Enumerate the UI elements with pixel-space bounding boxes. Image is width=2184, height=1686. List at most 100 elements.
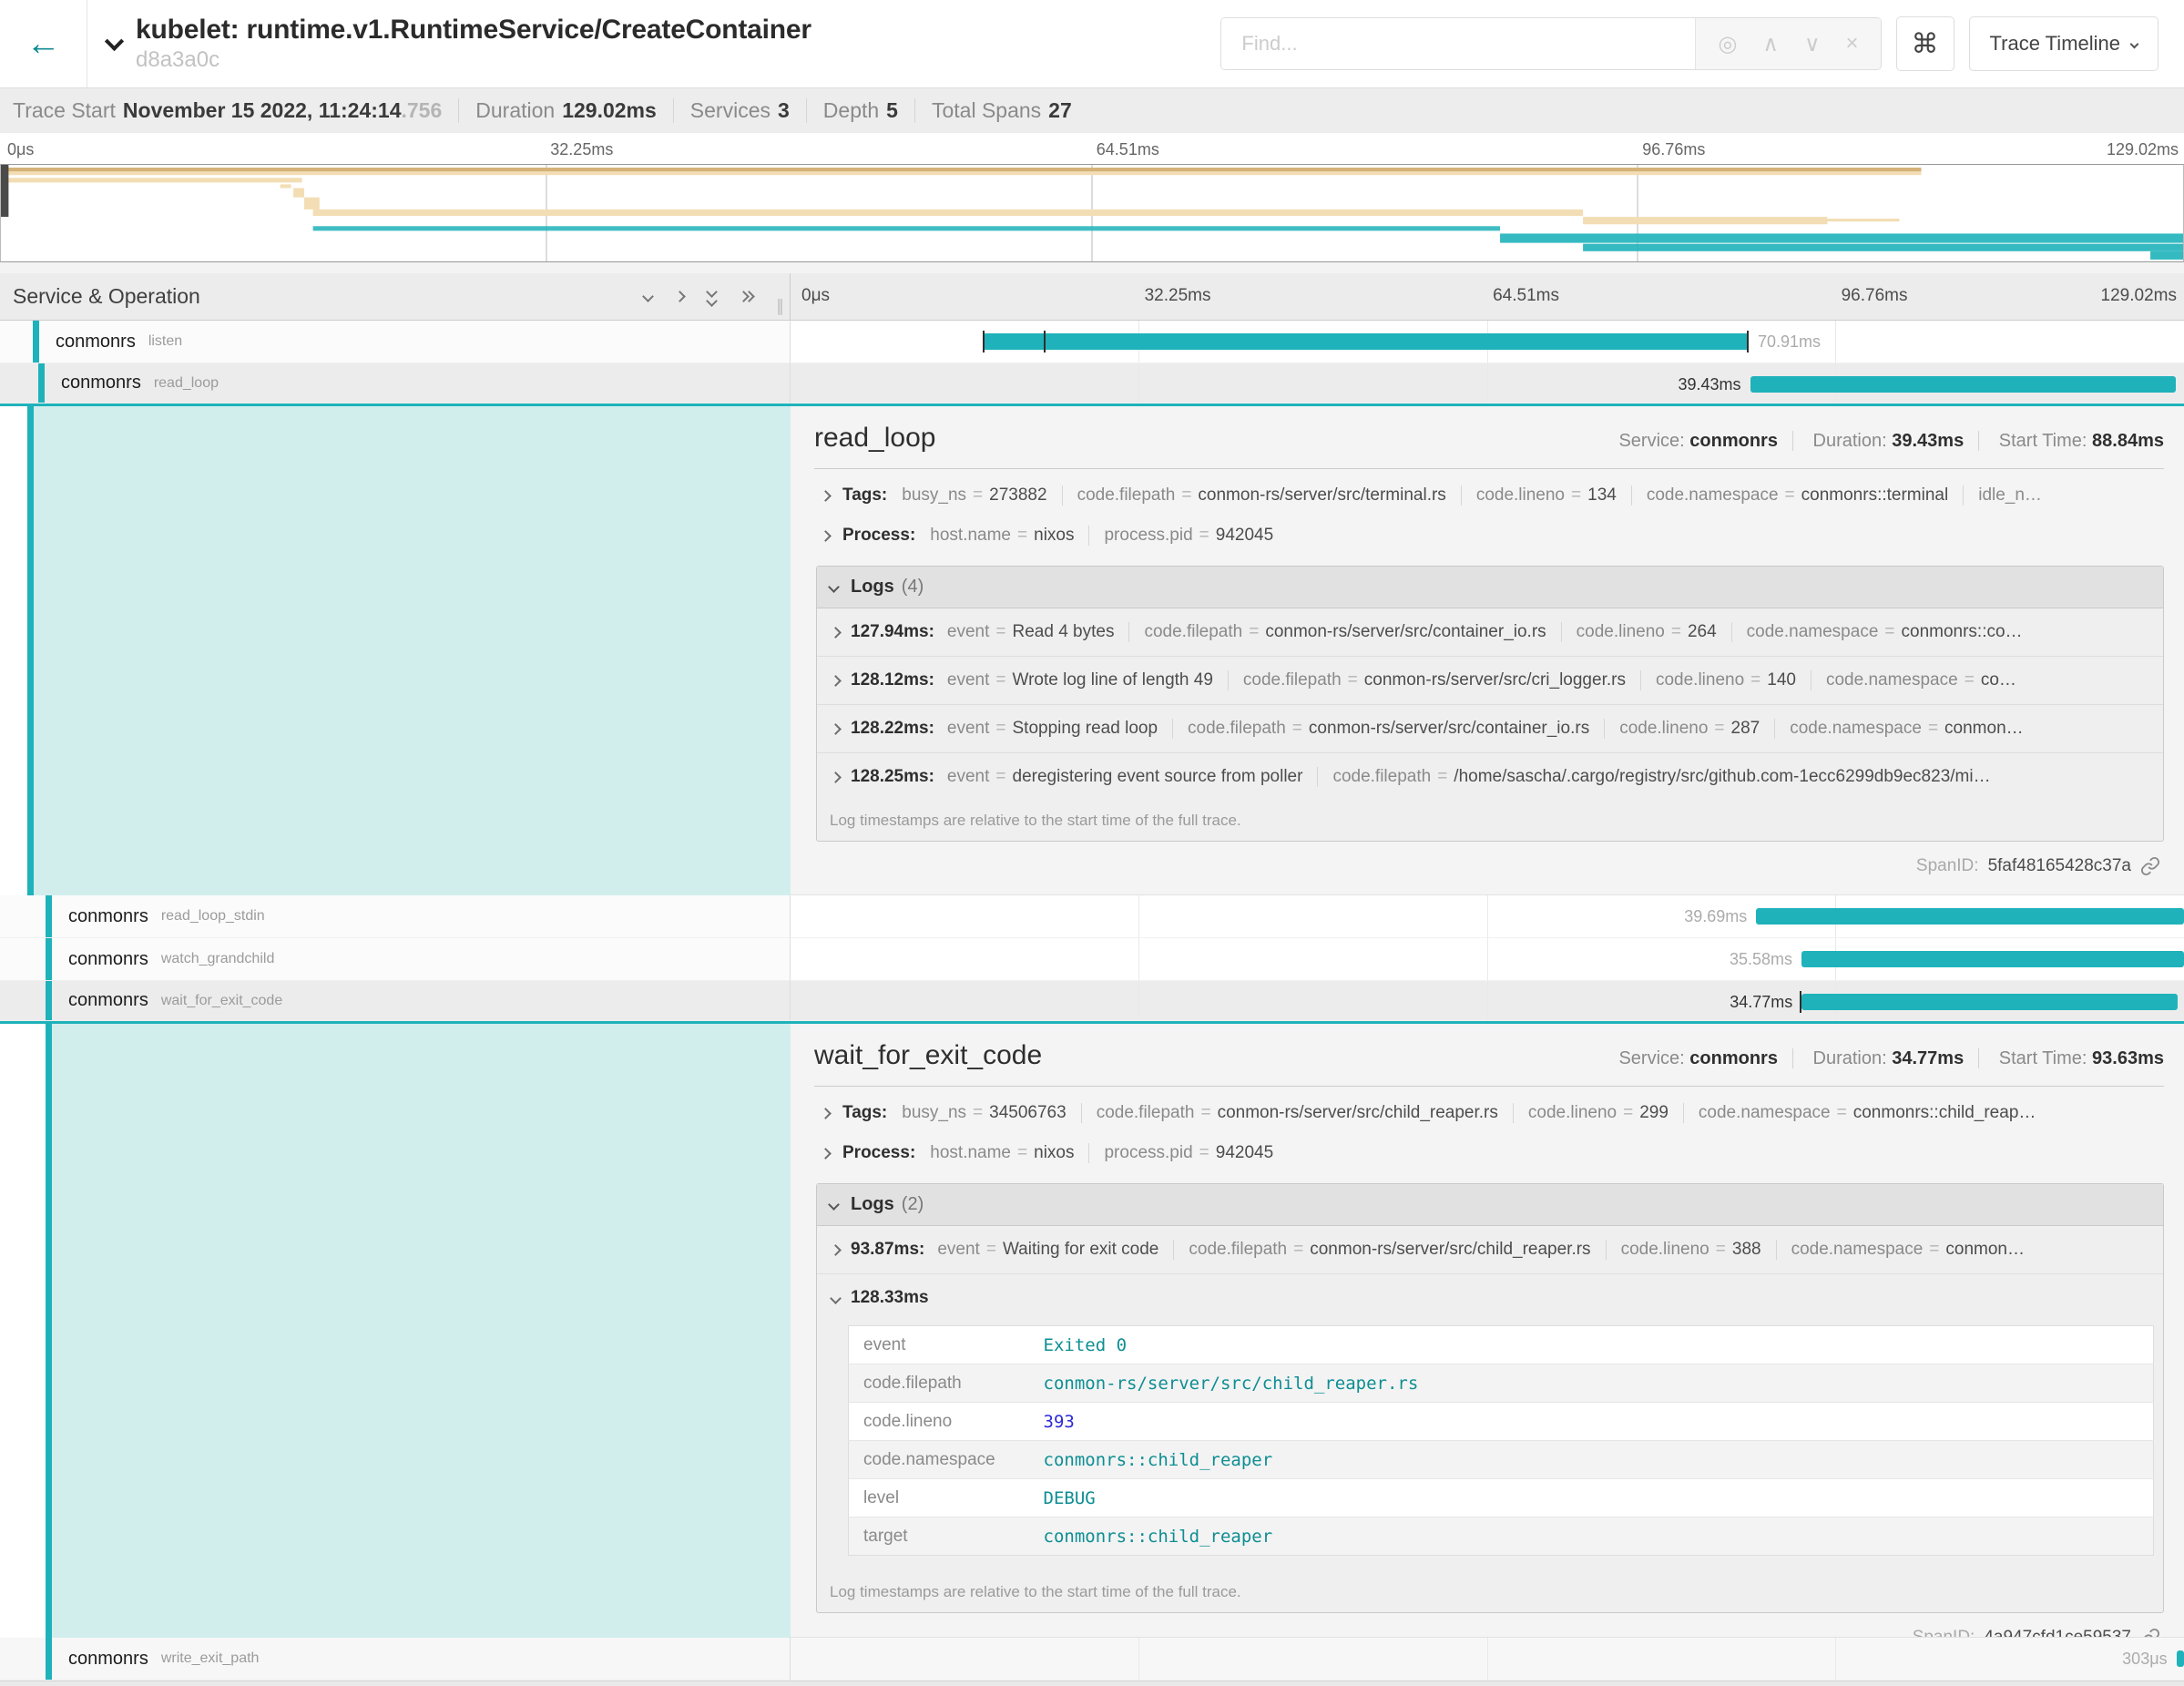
span-row-write-exit-path[interactable]: conmonrs write_exit_path 303μs xyxy=(0,1638,2184,1681)
operation-name: read_loop_stdin xyxy=(161,908,265,925)
service-name: conmonrs xyxy=(68,906,148,927)
detail-title: wait_for_exit_code xyxy=(814,1040,1604,1071)
chevron-down-icon xyxy=(2130,39,2139,48)
table-row: levelDEBUG xyxy=(849,1479,2154,1517)
logs-header[interactable]: Logs(4) xyxy=(817,567,2163,608)
tags-row[interactable]: Tags: busy_ns=273882 code.filepath=conmo… xyxy=(814,475,2164,515)
locate-icon[interactable]: ◎ xyxy=(1705,31,1750,57)
log-entry-expanded[interactable]: 128.33ms xyxy=(817,1274,2163,1322)
span-row-read-loop-stdin[interactable]: conmonrs read_loop_stdin 39.69ms xyxy=(0,895,2184,938)
logs-note: Log timestamps are relative to the start… xyxy=(817,1572,2163,1612)
table-row: code.namespaceconmonrs::child_reaper xyxy=(849,1441,2154,1479)
trace-summary-bar: Trace StartNovember 15 2022, 11:24:14.75… xyxy=(0,87,2184,133)
prev-result-icon[interactable]: ∧ xyxy=(1750,31,1791,57)
span-detail-read-loop: read_loop Service: conmonrs Duration: 39… xyxy=(0,406,2184,895)
minimap-spans xyxy=(1,165,2183,261)
next-result-icon[interactable]: ∨ xyxy=(1791,31,1833,57)
view-selector-label: Trace Timeline xyxy=(1990,32,2120,56)
clear-search-icon[interactable]: × xyxy=(1833,31,1872,56)
expand-one-icon[interactable] xyxy=(676,292,684,301)
span-bar[interactable]: 34.77ms xyxy=(1801,994,2177,1010)
link-icon[interactable] xyxy=(2140,1628,2160,1638)
span-duration-label: 39.43ms xyxy=(1679,375,1750,394)
table-row: eventExited 0 xyxy=(849,1326,2154,1364)
span-id-value: 4a947cfd1ce59537 xyxy=(1984,1628,2131,1638)
logs-header[interactable]: Logs(2) xyxy=(817,1184,2163,1226)
operation-name: write_exit_path xyxy=(161,1650,260,1667)
tags-row[interactable]: Tags: busy_ns=34506763 code.filepath=con… xyxy=(814,1092,2164,1132)
span-bar[interactable]: 303μs xyxy=(2177,1650,2184,1667)
operation-name: wait_for_exit_code xyxy=(161,993,282,1009)
link-icon[interactable] xyxy=(2140,856,2160,876)
span-row-watch-grandchild[interactable]: conmonrswatch_grandchild 35.58ms xyxy=(0,938,2184,981)
service-color-stripe xyxy=(33,321,39,363)
log-entry[interactable]: 128.25ms: event=deregistering event sour… xyxy=(817,753,2163,801)
span-duration-label: 35.58ms xyxy=(1730,950,1801,969)
collapse-one-icon[interactable] xyxy=(644,292,652,301)
detail-indent-fill xyxy=(34,406,791,895)
span-row-wait-for-exit-code[interactable]: conmonrswait_for_exit_code 34.77ms xyxy=(0,981,2184,1024)
process-row[interactable]: Process: host.name=nixos process.pid=942… xyxy=(814,515,2164,555)
trace-depth: Depth5 xyxy=(807,98,915,123)
span-bar[interactable]: 39.43ms xyxy=(1750,376,2177,393)
trace-services: Services3 xyxy=(674,98,807,123)
log-fields-table: eventExited 0 code.filepathconmon-rs/ser… xyxy=(848,1325,2154,1556)
service-color-stripe xyxy=(46,895,52,937)
find-input[interactable] xyxy=(1221,18,1695,69)
chevron-right-icon xyxy=(820,1108,832,1119)
page-title: kubelet: runtime.v1.RuntimeService/Creat… xyxy=(136,15,1220,46)
chevron-right-icon xyxy=(830,771,842,783)
table-row: targetconmonrs::child_reaper xyxy=(849,1517,2154,1556)
table-row: code.filepathconmon-rs/server/src/child_… xyxy=(849,1364,2154,1403)
span-row-listen[interactable]: conmonrslisten 70.91ms xyxy=(0,321,2184,363)
chevron-down-icon xyxy=(830,1293,842,1304)
operation-name: listen xyxy=(148,333,182,350)
operation-name: read_loop xyxy=(154,375,219,392)
service-color-stripe xyxy=(46,981,52,1020)
service-color-stripe xyxy=(27,406,34,895)
process-row[interactable]: Process: host.name=nixos process.pid=942… xyxy=(814,1132,2164,1172)
minimap-ruler: 0μs 32.25ms 64.51ms 96.76ms 129.02ms xyxy=(0,133,2184,164)
timeline-grid-header: Service & Operation ∥ 0μs 32.25ms 64.51m… xyxy=(0,273,2184,321)
chevron-right-icon xyxy=(820,530,832,542)
back-button[interactable]: ← xyxy=(0,0,87,87)
span-bar[interactable]: 39.69ms xyxy=(1756,908,2184,925)
chevron-right-icon xyxy=(820,490,832,502)
span-duration-label: 34.77ms xyxy=(1730,993,1801,1012)
trace-start: Trace StartNovember 15 2022, 11:24:14.75… xyxy=(13,98,459,123)
column-resize-handle[interactable]: ∥ xyxy=(776,297,784,316)
expand-all-icon[interactable] xyxy=(740,292,753,301)
operation-name: watch_grandchild xyxy=(161,951,275,967)
span-row-read-loop[interactable]: conmonrs read_loop 39.43ms xyxy=(0,363,2184,406)
chevron-right-icon xyxy=(820,1148,832,1160)
span-duration-label: 70.91ms xyxy=(1749,332,1821,352)
log-entry[interactable]: 127.94ms: event=Read 4 bytes code.filepa… xyxy=(817,608,2163,657)
view-selector-button[interactable]: Trace Timeline xyxy=(1969,16,2158,71)
collapse-all-icon[interactable] xyxy=(708,288,716,305)
service-operation-header: Service & Operation xyxy=(13,284,644,309)
chevron-right-icon xyxy=(830,627,842,639)
chevron-right-icon xyxy=(830,675,842,687)
scrubber-handle-left xyxy=(1,165,8,217)
span-bar[interactable]: 35.58ms xyxy=(1801,951,2184,967)
service-color-stripe xyxy=(38,363,45,403)
timeline-ruler: 0μs 32.25ms 64.51ms 96.76ms 129.02ms xyxy=(791,273,2184,320)
trace-duration: Duration129.02ms xyxy=(459,98,674,123)
trace-id: d8a3a0c xyxy=(136,47,1220,73)
span-duration-label: 39.69ms xyxy=(1684,907,1756,926)
trace-total-spans: Total Spans27 xyxy=(915,98,1088,123)
log-entry[interactable]: 93.87ms: event=Waiting for exit code cod… xyxy=(817,1226,2163,1274)
collapse-trace-chevron-icon[interactable] xyxy=(107,40,121,48)
chevron-right-icon xyxy=(830,723,842,735)
timeline-minimap[interactable] xyxy=(0,164,2184,262)
log-entry[interactable]: 128.12ms: event=Wrote log line of length… xyxy=(817,657,2163,705)
service-name: conmonrs xyxy=(61,373,141,393)
logs-note: Log timestamps are relative to the start… xyxy=(817,801,2163,841)
detail-indent-fill xyxy=(52,1024,791,1638)
span-bar[interactable]: 70.91ms xyxy=(983,333,1749,350)
logs-box: Logs(4) 127.94ms: event=Read 4 bytes cod… xyxy=(816,566,2164,842)
find-group: ◎ ∧ ∨ × xyxy=(1220,17,1881,70)
keyboard-shortcuts-button[interactable]: ⌘ xyxy=(1896,16,1954,71)
log-entry[interactable]: 128.22ms: event=Stopping read loop code.… xyxy=(817,705,2163,753)
service-name: conmonrs xyxy=(68,1649,148,1670)
